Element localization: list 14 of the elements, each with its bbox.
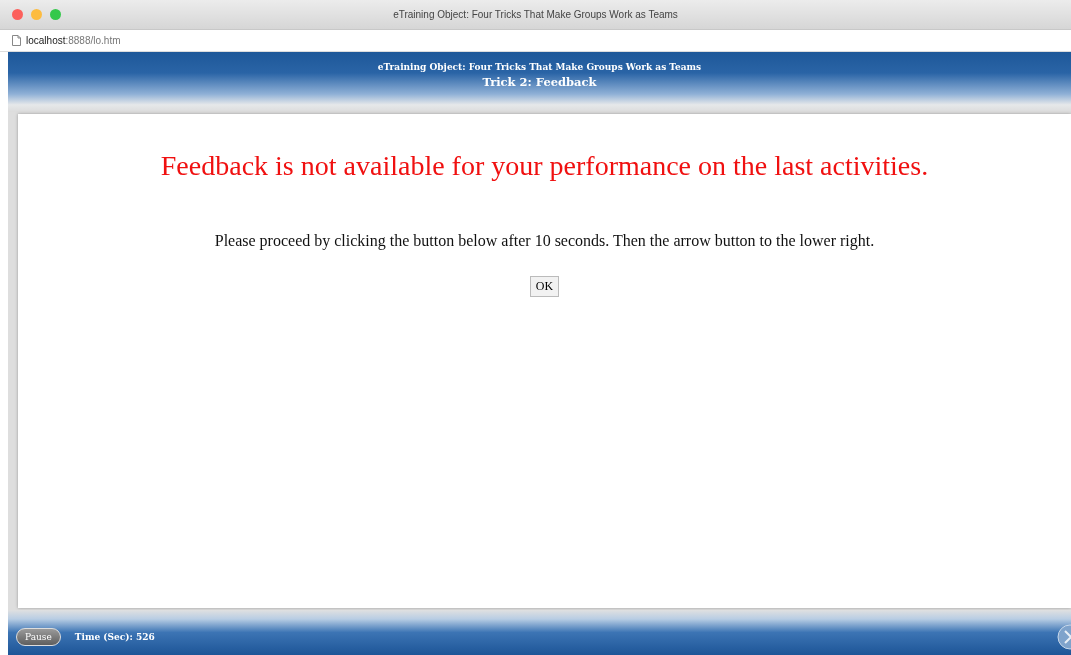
pause-button[interactable]: Pause	[16, 627, 61, 646]
timer-text: Time (Sec): 526	[74, 631, 155, 642]
url-text: localhost:8888/lo.htm	[26, 35, 121, 46]
ok-button[interactable]: OK	[529, 276, 560, 297]
close-icon[interactable]	[12, 9, 23, 20]
next-arrow-button[interactable]	[1057, 623, 1071, 650]
maximize-icon[interactable]	[50, 9, 61, 20]
instruction-text: Please proceed by clicking the button below after 10 seconds. Then the arrow button to the lower right.	[214, 232, 875, 250]
page-icon	[12, 35, 21, 46]
minimize-icon[interactable]	[31, 9, 42, 20]
course-title: eTraining Object: Four Tricks That Make Groups Work as Teams	[377, 62, 702, 72]
feedback-heading: Feedback is not available for your performance on the last activities.	[160, 150, 929, 182]
window-title: eTraining Object: Four Tricks That Make Groups Work as Teams	[393, 9, 678, 20]
section-title: Trick 2: Feedback	[482, 75, 597, 89]
